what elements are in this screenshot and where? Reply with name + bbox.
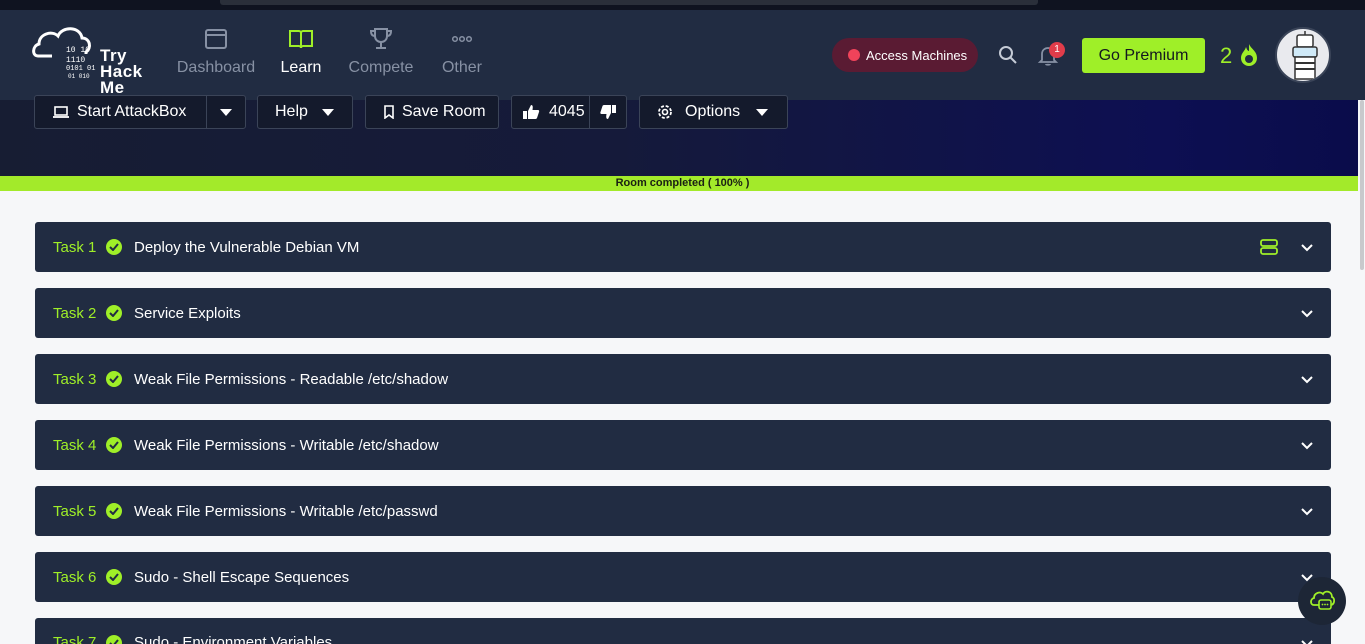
task-item[interactable]: Task 5 Weak File Permissions - Writable … <box>35 486 1331 536</box>
check-circle-icon <box>106 239 122 255</box>
browser-top-strip <box>0 0 1365 10</box>
save-room-label: Save Room <box>402 103 486 120</box>
scrollbar-thumb[interactable] <box>1360 100 1364 270</box>
chevron-down-icon[interactable] <box>1301 242 1313 254</box>
start-attackbox-button[interactable]: Start AttackBox <box>35 96 206 128</box>
trophy-icon <box>369 28 393 49</box>
book-icon <box>289 30 313 49</box>
nav-item-compete[interactable]: Compete <box>336 26 426 77</box>
go-premium-button[interactable]: Go Premium <box>1082 38 1205 73</box>
like-button[interactable]: 4045 <box>512 96 589 128</box>
access-machines-label: Access Machines <box>866 47 968 63</box>
chevron-down-icon[interactable] <box>1301 374 1313 386</box>
caret-down-icon <box>756 108 769 116</box>
task-title: Service Exploits <box>134 304 241 322</box>
check-circle-icon <box>106 437 122 453</box>
nav-item-label: Other <box>441 59 482 76</box>
thumbs-up-icon <box>523 105 540 119</box>
more-icon <box>451 35 473 43</box>
cloud-logo-icon: 10 10 1110 0101 01 01 010 <box>32 27 95 80</box>
check-circle-icon <box>106 569 122 585</box>
task-title: Weak File Permissions - Writable /etc/pa… <box>134 502 438 520</box>
caret-down-icon <box>321 108 334 116</box>
address-bar <box>220 0 1038 5</box>
help-label: Help <box>275 103 308 120</box>
task-item[interactable]: Task 4 Weak File Permissions - Writable … <box>35 420 1331 470</box>
svg-text:1110: 1110 <box>66 56 85 65</box>
check-circle-icon <box>106 305 122 321</box>
like-count: 4045 <box>549 103 585 120</box>
robot-avatar-icon <box>1292 31 1318 80</box>
attackbox-dropdown-button[interactable] <box>207 96 245 128</box>
chevron-down-icon[interactable] <box>1301 308 1313 320</box>
task-number: Task 3 <box>53 370 97 388</box>
nav-item-learn[interactable]: Learn <box>256 26 346 77</box>
task-item[interactable]: Task 1 Deploy the Vulnerable Debian VM <box>35 222 1331 272</box>
chevron-down-icon[interactable] <box>1301 506 1313 518</box>
brand-line-3: Me <box>100 78 125 97</box>
task-title: Deploy the Vulnerable Debian VM <box>134 238 360 256</box>
bookmark-icon <box>384 105 394 119</box>
chat-cloud-icon <box>1310 590 1336 610</box>
task-item[interactable]: Task 7 Sudo - Environment Variables <box>35 618 1331 644</box>
task-number: Task 4 <box>53 436 97 454</box>
chat-button[interactable] <box>1298 577 1346 625</box>
help-button[interactable]: Help <box>257 95 353 129</box>
task-number: Task 2 <box>53 304 97 322</box>
svg-text:0101 01: 0101 01 <box>66 65 95 73</box>
task-title: Weak File Permissions - Readable /etc/sh… <box>134 370 449 388</box>
svg-text:01 010: 01 010 <box>68 73 90 80</box>
task-title: Weak File Permissions - Writable /etc/sh… <box>134 436 439 454</box>
task-title: Sudo - Shell Escape Sequences <box>134 568 350 586</box>
start-attackbox-label: Start AttackBox <box>77 103 187 120</box>
avatar[interactable] <box>1275 27 1331 83</box>
chevron-down-icon[interactable] <box>1301 440 1313 452</box>
notification-badge: 1 <box>1049 42 1065 58</box>
chevron-down-icon[interactable] <box>1301 638 1313 644</box>
server-icon[interactable] <box>1260 239 1278 255</box>
room-progress-bar: Room completed ( 100% ) <box>0 176 1365 191</box>
task-number: Task 5 <box>53 502 97 520</box>
laptop-icon <box>53 106 69 118</box>
task-item[interactable]: Task 2 Service Exploits <box>35 288 1331 338</box>
check-circle-icon <box>106 635 122 644</box>
options-label: Options <box>685 103 741 120</box>
search-icon[interactable] <box>997 44 1019 66</box>
attackbox-control: Start AttackBox <box>34 95 246 129</box>
gear-icon <box>658 105 672 119</box>
nav-item-label: Compete <box>348 59 414 76</box>
svg-text:10 10: 10 10 <box>66 46 90 55</box>
options-button[interactable]: Options <box>639 95 788 129</box>
nav-item-other[interactable]: Other <box>417 26 507 77</box>
task-title: Sudo - Environment Variables <box>134 634 333 644</box>
task-number: Task 1 <box>53 238 97 256</box>
tryhackme-logo[interactable]: 10 10 1110 0101 01 01 010 Try Hack Me <box>32 22 154 100</box>
caret-down-icon <box>220 108 233 116</box>
dashboard-icon <box>205 29 227 49</box>
dislike-button[interactable] <box>590 96 626 128</box>
nav-item-label: Learn <box>280 59 322 76</box>
streak-count: 2 <box>1220 43 1233 68</box>
brand-name: Try Hack Me <box>100 47 143 97</box>
nav-item-dashboard[interactable]: Dashboard <box>171 26 261 77</box>
nav-item-label: Dashboard <box>176 59 256 76</box>
access-machines-button[interactable]: Access Machines <box>832 38 978 72</box>
check-circle-icon <box>106 371 122 387</box>
room-progress-label: Room completed ( 100% ) <box>615 177 750 189</box>
check-circle-icon <box>106 503 122 519</box>
task-item[interactable]: Task 6 Sudo - Shell Escape Sequences <box>35 552 1331 602</box>
task-number: Task 7 <box>53 634 97 644</box>
vote-control: 4045 <box>511 95 627 129</box>
top-navbar: 10 10 1110 0101 01 01 010 Try Hack Me Da… <box>0 10 1365 100</box>
status-dot-icon <box>848 49 860 61</box>
thumbs-down-icon <box>600 104 617 119</box>
flame-icon <box>1241 44 1257 66</box>
task-item[interactable]: Task 3 Weak File Permissions - Readable … <box>35 354 1331 404</box>
save-room-button[interactable]: Save Room <box>365 95 499 129</box>
task-number: Task 6 <box>53 568 97 586</box>
